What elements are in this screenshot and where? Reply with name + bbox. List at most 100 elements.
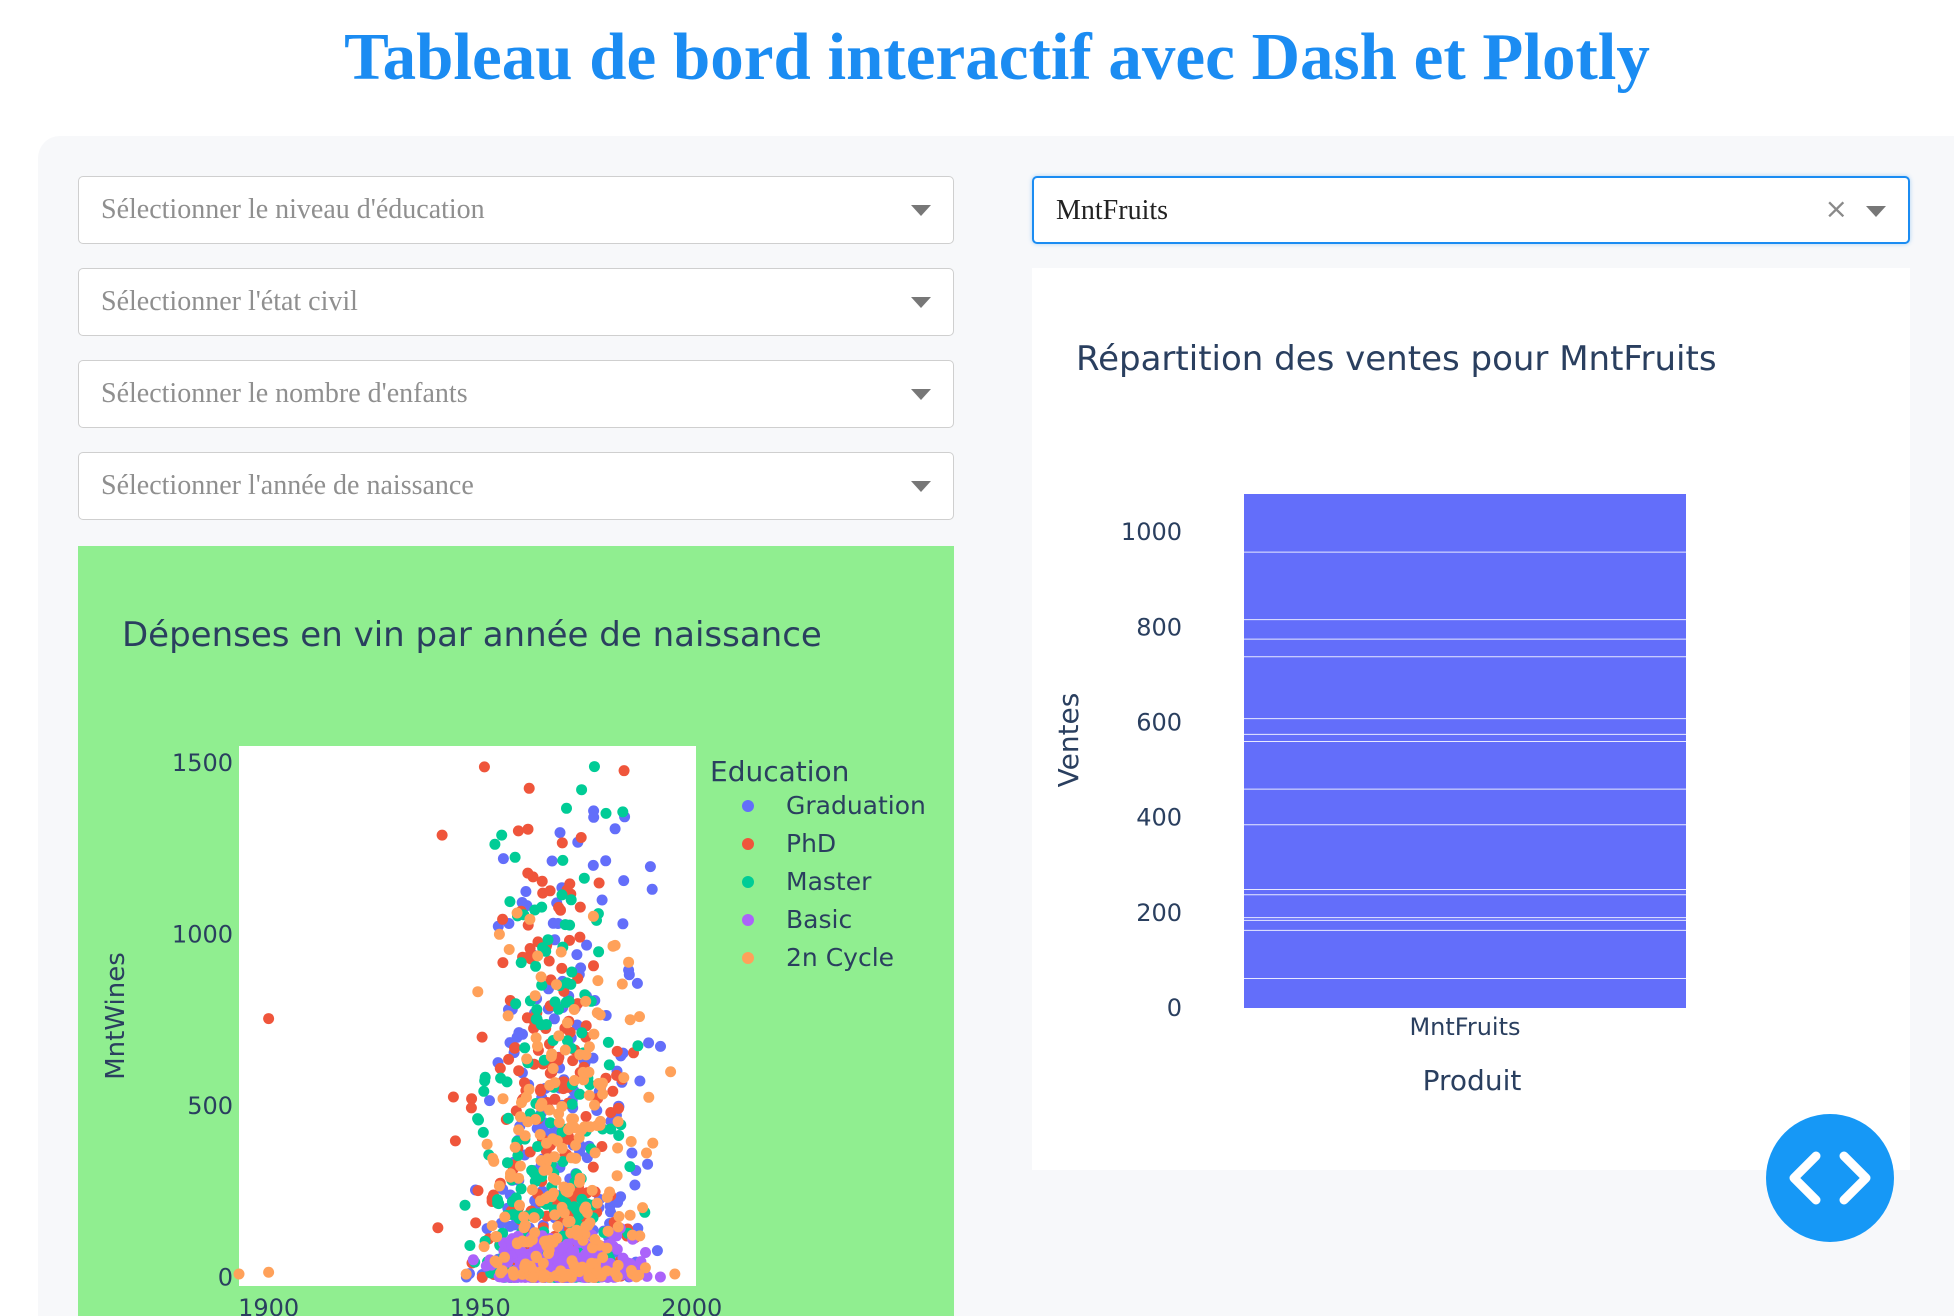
scatter-x-tick-label: 1950 <box>450 1294 511 1316</box>
scatter-point <box>493 1180 505 1192</box>
scatter-y-tick-label: 1000 <box>172 921 233 949</box>
scatter-point <box>476 1031 488 1043</box>
scatter-point <box>594 1009 606 1021</box>
scatter-point <box>612 1142 624 1154</box>
scatter-point <box>580 1049 592 1061</box>
code-toggle-button[interactable] <box>1766 1114 1894 1242</box>
scatter-point <box>490 1231 502 1243</box>
chevron-down-icon[interactable] <box>911 389 931 400</box>
scatter-point <box>593 946 605 958</box>
scatter-point <box>624 1209 636 1221</box>
scatter-point <box>568 1004 580 1015</box>
scatter-point <box>464 1240 476 1251</box>
scatter-point <box>601 1191 613 1203</box>
legend-item-label[interactable]: Basic <box>786 905 852 934</box>
scatter-point <box>560 1185 572 1197</box>
scatter-point <box>643 1091 655 1103</box>
scatter-point <box>489 1255 501 1267</box>
scatter-point <box>516 1097 527 1109</box>
legend-marker[interactable] <box>742 800 754 812</box>
sales-bar-chart[interactable]: 0 200 400 600 800 1000 MntFruits Répartition … <box>1032 268 1910 1170</box>
scatter-point <box>654 1271 666 1283</box>
scatter-point <box>602 1036 614 1048</box>
scatter-point <box>588 1028 600 1040</box>
scatter-point <box>503 944 515 955</box>
wine-spending-scatter-chart[interactable]: 0 500 1000 1500 1900 1950 2000 Dépenses en vi… <box>78 546 954 1316</box>
legend-marker[interactable] <box>742 876 754 888</box>
scatter-point <box>597 1077 608 1089</box>
children-dropdown[interactable]: Sélectionner le nombre d'enfants <box>78 360 954 428</box>
scatter-point <box>565 978 577 990</box>
scatter-point <box>449 1135 461 1147</box>
scatter-point <box>546 1048 558 1060</box>
scatter-point <box>541 1164 553 1176</box>
marital-status-placeholder: Sélectionner l'état civil <box>101 286 358 317</box>
scatter-x-tick-label: 2000 <box>661 1294 722 1316</box>
scatter-point <box>548 1151 560 1163</box>
product-dropdown[interactable]: MntFruits × <box>1032 176 1910 244</box>
scatter-point <box>617 918 629 930</box>
scatter-legend-title: Education <box>710 755 849 788</box>
scatter-point <box>613 1102 624 1114</box>
bar-x-axis-label: Produit <box>1423 1064 1522 1097</box>
scatter-point <box>611 1045 623 1057</box>
bar-y-tick-label: 1000 <box>1121 518 1182 546</box>
legend-marker[interactable] <box>742 838 754 850</box>
legend-item-label[interactable]: 2n Cycle <box>786 943 894 972</box>
close-icon[interactable]: × <box>1825 192 1848 226</box>
scatter-point <box>513 1065 525 1077</box>
scatter-point <box>565 894 577 906</box>
scatter-point <box>587 910 599 922</box>
code-icon <box>1789 1151 1871 1205</box>
scatter-point <box>555 1265 567 1277</box>
scatter-point <box>566 1152 577 1164</box>
scatter-point <box>551 979 562 991</box>
scatter-point <box>472 986 484 998</box>
scatter-point <box>529 1227 541 1239</box>
marital-status-dropdown[interactable]: Sélectionner l'état civil <box>78 268 954 336</box>
scatter-point <box>538 1269 550 1281</box>
scatter-point <box>484 1095 495 1107</box>
legend-item-label[interactable]: PhD <box>786 829 836 858</box>
scatter-point <box>611 1170 623 1182</box>
scatter-point <box>519 1261 531 1273</box>
scatter-y-tick-label: 500 <box>187 1092 233 1120</box>
legend-marker[interactable] <box>742 952 754 964</box>
scatter-point <box>655 1040 666 1052</box>
legend-item-label[interactable]: Graduation <box>786 791 926 820</box>
scatter-point <box>556 837 568 849</box>
scatter-point <box>522 1116 534 1128</box>
scatter-point <box>583 1089 595 1101</box>
birth-year-dropdown[interactable]: Sélectionner l'année de naissance <box>78 452 954 520</box>
scatter-point <box>613 1130 625 1141</box>
legend-item-label[interactable]: Master <box>786 867 872 896</box>
scatter-point <box>478 1241 490 1253</box>
scatter-point <box>436 829 448 841</box>
bar-y-tick-label: 400 <box>1136 804 1182 832</box>
scatter-point <box>642 1158 654 1170</box>
scatter-point <box>546 855 558 867</box>
scatter-point <box>626 1147 638 1159</box>
chevron-down-icon[interactable] <box>911 205 931 216</box>
scatter-point <box>632 1040 644 1052</box>
scatter-point <box>494 1062 506 1074</box>
scatter-point <box>547 1063 559 1074</box>
education-dropdown[interactable]: Sélectionner le niveau d'éducation <box>78 176 954 244</box>
scatter-point <box>613 1211 625 1222</box>
chevron-down-icon[interactable] <box>1866 206 1886 217</box>
scatter-point <box>499 1211 511 1223</box>
scatter-point <box>576 1124 587 1136</box>
scatter-point <box>517 1028 528 1040</box>
scatter-point <box>502 1157 513 1169</box>
scatter-point <box>579 1203 591 1215</box>
chevron-down-icon[interactable] <box>911 481 931 492</box>
legend-marker[interactable] <box>742 914 754 926</box>
scatter-point <box>496 1265 508 1277</box>
scatter-point <box>486 1220 498 1232</box>
scatter-point <box>629 1179 641 1191</box>
scatter-point <box>501 1076 513 1088</box>
chevron-down-icon[interactable] <box>911 297 931 308</box>
education-placeholder: Sélectionner le niveau d'éducation <box>101 194 485 225</box>
scatter-point <box>634 1230 646 1242</box>
scatter-chart-title: Dépenses en vin par année de naissance <box>122 615 822 655</box>
